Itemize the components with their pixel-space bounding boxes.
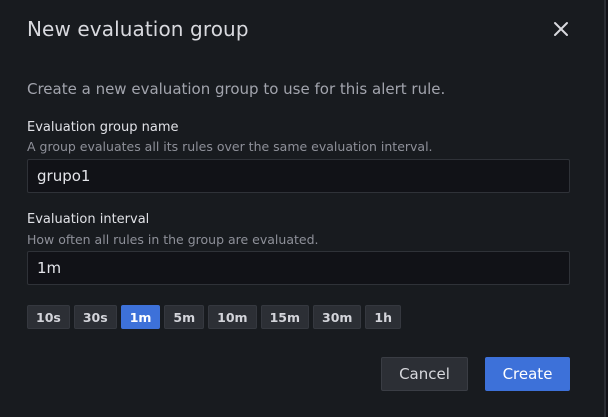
preset-1h[interactable]: 1h — [365, 305, 402, 329]
interval-presets: 10s 30s 1m 5m 10m 15m 30m 1h — [27, 305, 402, 329]
close-button[interactable] — [549, 17, 573, 41]
group-name-help: A group evaluates all its rules over the… — [27, 139, 433, 154]
preset-5m[interactable]: 5m — [164, 305, 205, 329]
interval-help: How often all rules in the group are eva… — [27, 232, 319, 247]
interval-input[interactable] — [27, 251, 570, 285]
group-name-label: Evaluation group name — [27, 120, 179, 135]
dialog-title: New evaluation group — [27, 17, 249, 41]
preset-1m[interactable]: 1m — [120, 305, 161, 329]
preset-30s[interactable]: 30s — [73, 305, 117, 329]
dialog-description: Create a new evaluation group to use for… — [27, 80, 446, 98]
preset-30m[interactable]: 30m — [313, 305, 362, 329]
close-icon — [554, 22, 568, 36]
interval-label: Evaluation interval — [27, 212, 150, 227]
cancel-button[interactable]: Cancel — [381, 357, 468, 391]
preset-15m[interactable]: 15m — [260, 305, 309, 329]
new-evaluation-group-dialog: New evaluation group Create a new evalua… — [0, 0, 606, 417]
preset-10m[interactable]: 10m — [208, 305, 257, 329]
group-name-input[interactable] — [27, 159, 570, 193]
create-button[interactable]: Create — [485, 357, 570, 391]
preset-10s[interactable]: 10s — [27, 305, 70, 329]
